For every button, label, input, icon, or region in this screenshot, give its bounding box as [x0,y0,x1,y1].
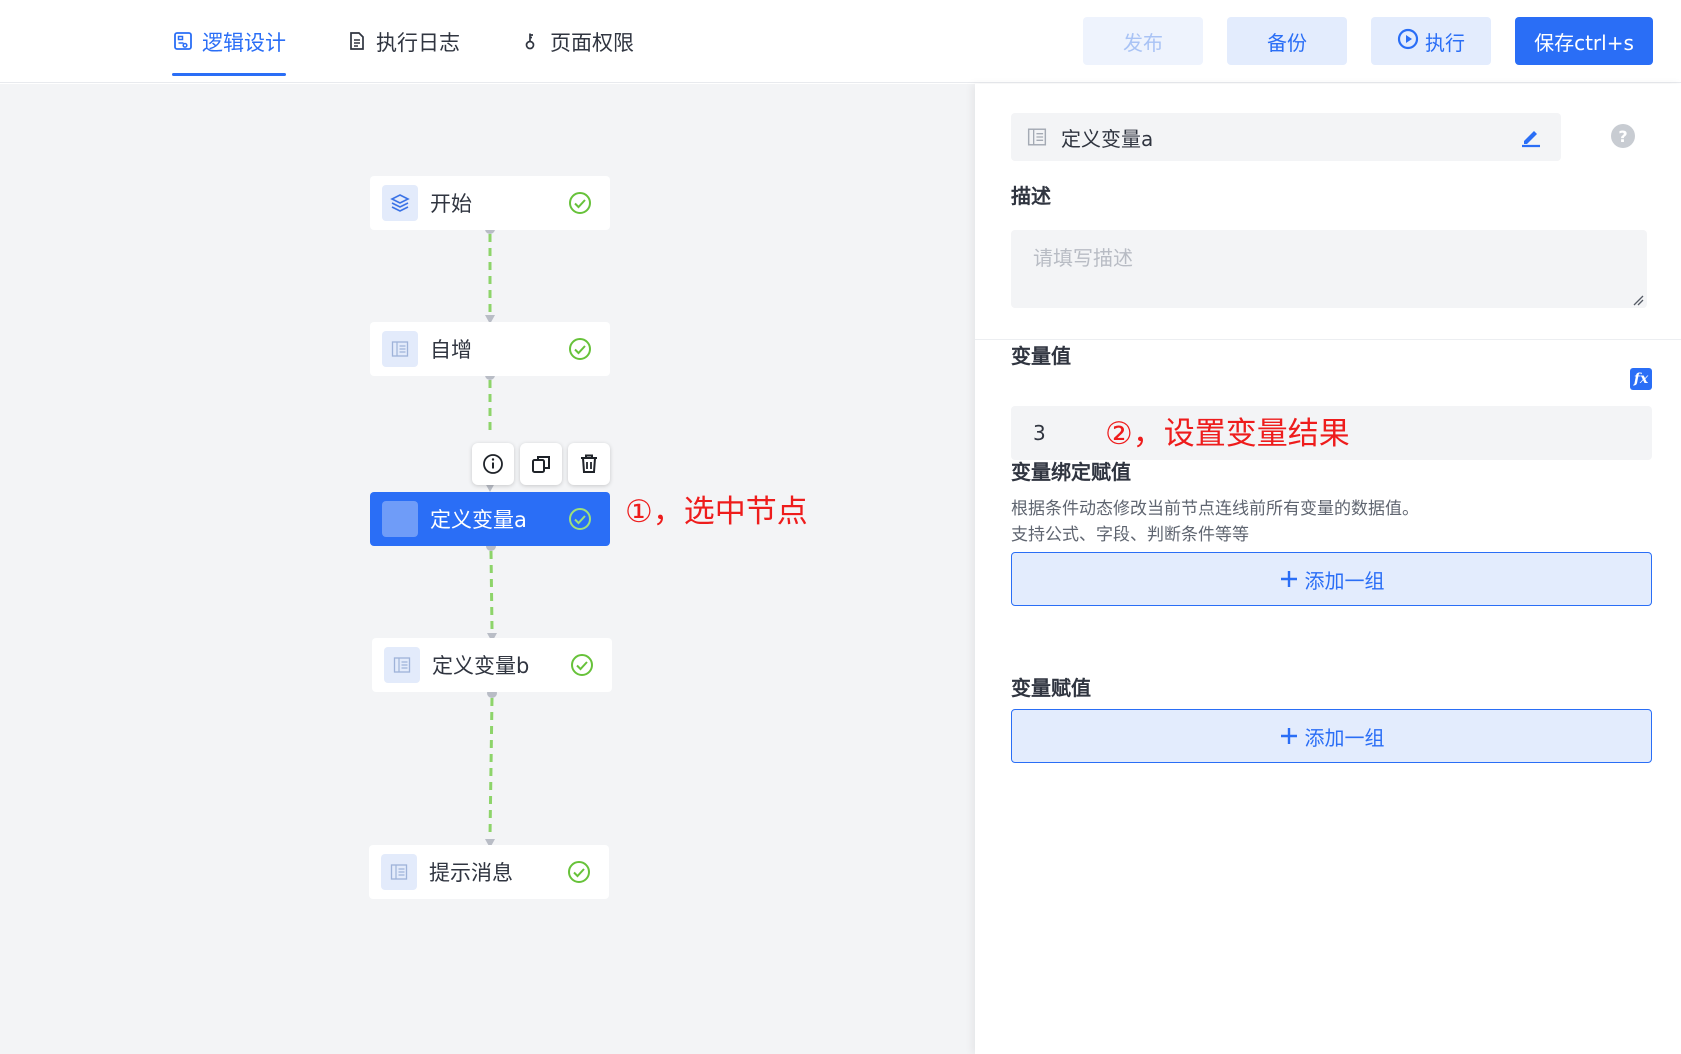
panel-icon [381,854,417,890]
edit-icon[interactable] [1519,125,1543,149]
binding-add-group-button[interactable]: 添加一组 [1011,552,1652,606]
node-name-text: 定义变量a [1061,126,1154,151]
flow-canvas[interactable]: 开始 自增 定义变量a ①，选中节点 定义变量b 提示消息 [0,84,975,1054]
top-bar: 逻辑设计 执行日志 页面权限 发布 备份 执行 保存ctrl+s [0,0,1681,83]
description-input[interactable] [1011,230,1647,308]
check-circle-icon [571,654,593,676]
section-divider [975,339,1681,340]
flow-node-increment[interactable]: 自增 [370,322,610,376]
save-button[interactable]: 保存ctrl+s [1515,17,1653,65]
help-icon[interactable]: ? [1611,124,1635,148]
flow-node-prompt-message[interactable]: 提示消息 [369,845,609,899]
execute-label: 执行 [1425,30,1465,55]
backup-label: 备份 [1267,30,1307,55]
connector-line [488,697,494,837]
node-label: 开始 [430,192,472,216]
key-icon [520,30,542,52]
backup-button[interactable]: 备份 [1227,17,1347,65]
node-delete-button[interactable] [568,443,610,485]
variable-value-title: 变量值 [1011,340,1071,369]
node-properties-panel: 定义变量a ? 描述 变量值 fx 3 ②，设置变量结果 变量绑定赋值 根据条件… [975,84,1681,1054]
check-circle-icon [569,508,591,530]
connector-line [489,550,494,630]
description-title: 描述 [1011,184,1051,208]
tab-execution-log[interactable]: 执行日志 [346,27,460,73]
panel-icon [384,647,420,683]
panel-icon [382,501,418,537]
binding-hint-line2: 支持公式、字段、判断条件等等 [1011,525,1249,545]
node-label: 提示消息 [429,861,513,885]
tab-label: 逻辑设计 [202,31,286,55]
variable-binding-title: 变量绑定赋值 [1011,460,1131,484]
execute-button[interactable]: 执行 [1371,17,1491,65]
check-circle-icon [568,861,590,883]
check-circle-icon [569,338,591,360]
binding-hint-line1: 根据条件动态修改当前节点连线前所有变量的数据值。 [1011,499,1419,519]
info-icon [483,454,503,474]
annotation-select-node: ①，选中节点 [625,494,808,530]
variable-value-title-text: 变量值 [1011,344,1071,368]
logic-design-icon [172,30,194,52]
flow-node-start[interactable]: 开始 [370,176,610,230]
flow-node-define-variable-a[interactable]: 定义变量a [370,492,610,546]
node-info-button[interactable] [472,443,514,485]
panel-icon [382,331,418,367]
copy-icon [532,456,550,473]
assignment-add-group-button[interactable]: 添加一组 [1011,709,1652,763]
play-icon [1397,28,1419,55]
publish-label: 发布 [1123,30,1163,55]
variable-value-text: 3 [1033,421,1046,445]
resize-grip-icon[interactable] [1632,294,1644,306]
save-label: 保存ctrl+s [1534,30,1634,55]
publish-button[interactable]: 发布 [1083,17,1203,65]
formula-fx-icon[interactable]: fx [1630,368,1652,390]
annotation-set-variable: ②，设置变量结果 [1105,416,1350,452]
node-copy-button[interactable] [520,443,562,485]
variable-assignment-title: 变量赋值 [1011,676,1091,700]
plus-icon [1280,728,1297,744]
tab-label: 执行日志 [376,31,460,55]
node-label: 定义变量a [430,508,527,532]
plus-icon [1280,571,1297,587]
node-name-field[interactable]: 定义变量a [1011,113,1561,161]
node-label: 自增 [430,338,472,362]
trash-icon [581,454,597,473]
tab-page-permission[interactable]: 页面权限 [520,27,634,73]
add-group-label: 添加一组 [1304,568,1385,593]
tab-label: 页面权限 [550,31,634,55]
add-group-label: 添加一组 [1304,725,1385,750]
check-circle-icon [569,192,591,214]
node-label: 定义变量b [432,654,530,678]
layers-icon [382,185,418,221]
tab-logic-design[interactable]: 逻辑设计 [172,27,286,76]
document-icon [346,30,368,52]
panel-icon [1027,128,1047,146]
flow-node-define-variable-b[interactable]: 定义变量b [372,638,612,692]
